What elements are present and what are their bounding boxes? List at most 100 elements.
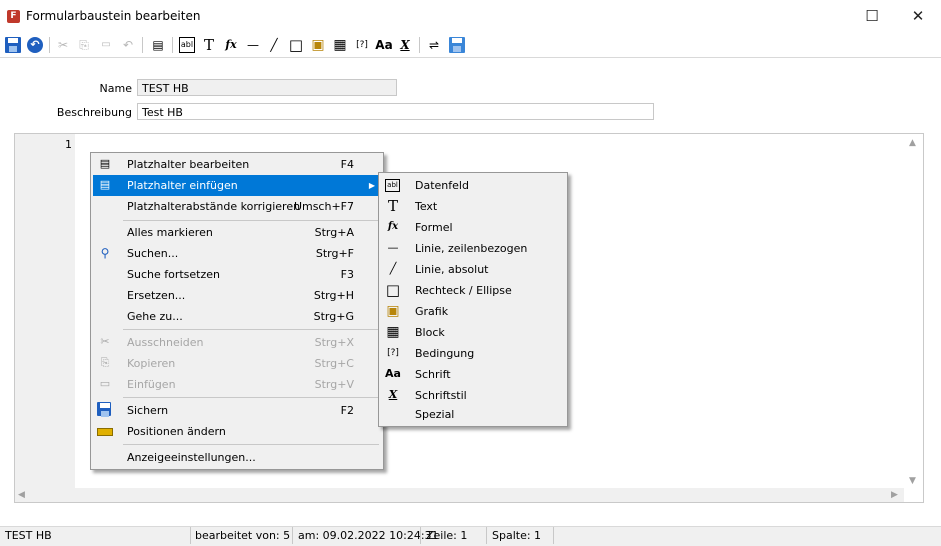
- menu-item-search[interactable]: ⚲ Suchen... Strg+F: [93, 243, 381, 264]
- font-icon[interactable]: Aa: [374, 37, 394, 53]
- submenu-item-label: Linie, absolut: [415, 263, 489, 276]
- close-button[interactable]: ✕: [895, 0, 941, 33]
- submenu-item-special[interactable]: Spezial: [381, 404, 565, 425]
- submenu-item-label: Grafik: [415, 305, 449, 318]
- line-row-icon[interactable]: —: [245, 37, 261, 53]
- text-icon: T: [387, 197, 398, 215]
- menu-item-goto[interactable]: Gehe zu... Strg+G: [93, 306, 381, 327]
- context-menu: ▤ Platzhalter bearbeiten F4 ▤ Platzhalte…: [90, 152, 384, 470]
- toolbar-separator: [49, 37, 50, 53]
- menu-item-shortcut: F2: [340, 404, 354, 417]
- submenu-item-fontstyle[interactable]: X Schriftstil: [381, 385, 565, 406]
- menu-item-cut[interactable]: ✂ Ausschneiden Strg+X: [93, 332, 381, 353]
- scroll-down-icon[interactable]: ▼: [909, 476, 916, 486]
- submenu-arrow-icon: ▶: [368, 181, 375, 190]
- menu-item-select-all[interactable]: Alles markieren Strg+A: [93, 222, 381, 243]
- menu-item-label: Anzeigeeinstellungen...: [127, 451, 256, 464]
- submenu-item-font[interactable]: Aa Schrift: [381, 364, 565, 385]
- app-icon: F: [7, 10, 20, 23]
- menu-item-label: Ersetzen...: [127, 289, 186, 302]
- status-separator: [420, 527, 421, 544]
- condition-icon: [?]: [387, 348, 399, 358]
- save-icon[interactable]: [5, 37, 21, 53]
- status-edited-by: bearbeitet von: 5: [195, 529, 291, 542]
- description-label: Beschreibung: [56, 106, 132, 119]
- submenu-item-rectangle[interactable]: □ Rechteck / Ellipse: [381, 280, 565, 301]
- submenu-item-image[interactable]: ▣ Grafik: [381, 301, 565, 322]
- menu-separator: [123, 220, 379, 221]
- paste-icon: ▭: [99, 377, 111, 390]
- menu-item-label: Gehe zu...: [127, 310, 183, 323]
- maximize-icon: ☐: [865, 7, 879, 25]
- submenu-item-label: Block: [415, 326, 445, 339]
- menu-item-save[interactable]: Sichern F2: [93, 400, 381, 421]
- paste-icon[interactable]: ▭: [98, 37, 114, 53]
- menu-item-shortcut: Strg+X: [314, 336, 354, 349]
- condition-icon[interactable]: [?]: [352, 37, 372, 53]
- copy-icon[interactable]: ⎘: [76, 37, 92, 53]
- redo-icon[interactable]: ↶: [120, 37, 136, 53]
- submenu-item-text[interactable]: T Text: [381, 196, 565, 217]
- menu-item-shortcut: Strg+G: [313, 310, 354, 323]
- undo-icon[interactable]: ↶: [27, 37, 43, 53]
- vertical-scrollbar[interactable]: ▲ ▼: [904, 134, 923, 488]
- toolbar-separator: [142, 37, 143, 53]
- description-field[interactable]: Test HB: [137, 103, 654, 120]
- ruler-icon: [97, 428, 113, 436]
- formula-icon[interactable]: fx: [223, 37, 239, 53]
- submenu-item-condition[interactable]: [?] Bedingung: [381, 343, 565, 364]
- submenu-item-label: Schrift: [415, 368, 451, 381]
- insert-placeholder-submenu: abl Datenfeld T Text fx Formel — Linie, …: [378, 172, 568, 427]
- rectangle-icon[interactable]: □: [288, 37, 304, 53]
- menu-item-insert-placeholder[interactable]: ▤ Platzhalter einfügen ▶: [93, 175, 381, 196]
- menu-item-display-settings[interactable]: Anzeigeeinstellungen...: [93, 447, 381, 468]
- block-icon[interactable]: ▦: [332, 37, 348, 53]
- menu-item-label: Positionen ändern: [127, 425, 226, 438]
- formula-icon: fx: [387, 221, 399, 232]
- cut-icon[interactable]: ✂: [55, 37, 71, 53]
- submenu-item-datafield[interactable]: abl Datenfeld: [381, 175, 565, 196]
- submenu-item-label: Rechteck / Ellipse: [415, 284, 512, 297]
- submenu-item-line-absolute[interactable]: ╱ Linie, absolut: [381, 259, 565, 280]
- menu-item-paste[interactable]: ▭ Einfügen Strg+V: [93, 374, 381, 395]
- maximize-button[interactable]: ☐: [849, 0, 895, 33]
- menu-item-edit-placeholder[interactable]: ▤ Platzhalter bearbeiten F4: [93, 154, 381, 175]
- status-column: Spalte: 1: [492, 529, 542, 542]
- scroll-left-icon[interactable]: ◀: [18, 490, 25, 500]
- datafield-icon[interactable]: abl: [179, 37, 195, 53]
- name-label: Name: [99, 82, 132, 95]
- menu-separator: [123, 397, 379, 398]
- menu-item-fix-spacing[interactable]: Platzhalterabstände korrigieren Umsch+F7: [93, 196, 381, 217]
- status-line: Zeile: 1: [426, 529, 468, 542]
- submenu-item-line-row[interactable]: — Linie, zeilenbezogen: [381, 238, 565, 259]
- menu-item-shortcut: F3: [340, 268, 354, 281]
- menu-item-replace[interactable]: Ersetzen... Strg+H: [93, 285, 381, 306]
- menu-item-search-next[interactable]: Suche fortsetzen F3: [93, 264, 381, 285]
- placeholder-edit-icon[interactable]: ▤: [150, 37, 166, 53]
- wrap-icon[interactable]: ⇌: [426, 37, 442, 53]
- menu-item-copy[interactable]: ⎘ Kopieren Strg+C: [93, 353, 381, 374]
- scroll-up-icon[interactable]: ▲: [909, 138, 916, 148]
- line-absolute-icon[interactable]: ╱: [266, 37, 282, 53]
- image-icon[interactable]: ▣: [310, 37, 326, 53]
- menu-item-label: Platzhalter einfügen: [127, 179, 238, 192]
- toolbar-separator: [419, 37, 420, 53]
- save-as-icon[interactable]: [449, 37, 465, 53]
- menu-item-change-positions[interactable]: Positionen ändern: [93, 421, 381, 442]
- scroll-right-icon[interactable]: ▶: [891, 490, 898, 500]
- horizontal-scrollbar[interactable]: ◀ ▶: [15, 488, 904, 502]
- line-number-gutter: [15, 134, 75, 488]
- submenu-item-label: Schriftstil: [415, 389, 467, 402]
- text-icon[interactable]: T: [201, 37, 217, 53]
- menu-item-label: Suche fortsetzen: [127, 268, 221, 281]
- menu-item-label: Ausschneiden: [127, 336, 204, 349]
- submenu-item-label: Datenfeld: [415, 179, 469, 192]
- submenu-item-block[interactable]: ▦ Block: [381, 322, 565, 343]
- name-field[interactable]: TEST HB: [137, 79, 397, 96]
- search-icon: ⚲: [100, 246, 110, 260]
- datafield-icon: abl: [385, 179, 400, 192]
- submenu-item-formula[interactable]: fx Formel: [381, 217, 565, 238]
- fontstyle-icon[interactable]: X: [397, 37, 413, 53]
- menu-item-shortcut: Strg+V: [314, 378, 354, 391]
- placeholder-edit-icon: ▤: [99, 157, 111, 170]
